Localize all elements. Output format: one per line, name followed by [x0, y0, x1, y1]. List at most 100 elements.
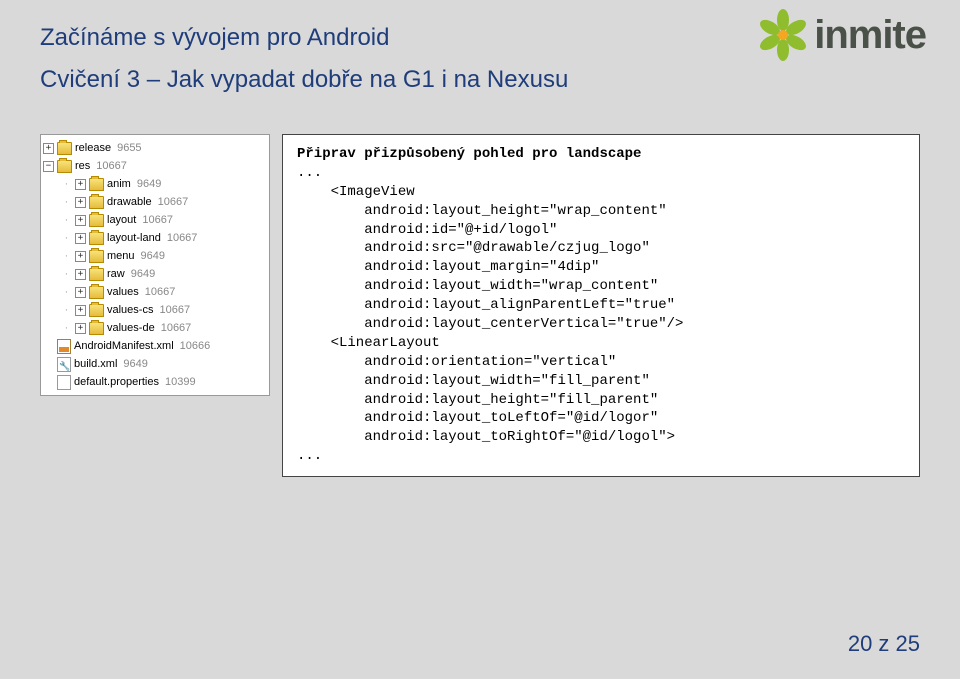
code-panel: Připrav přizpůsobený pohled pro landscap…: [282, 134, 920, 477]
tree-row[interactable]: ·+ values 10667: [43, 283, 267, 301]
code-line: ...: [297, 165, 322, 181]
tree-item-label: values: [107, 283, 139, 301]
folder-icon: [89, 196, 104, 209]
tree-item-revision: 10667: [158, 193, 189, 211]
tree-item-revision: 9649: [137, 175, 161, 193]
page-subtitle: Cvičení 3 – Jak vypadat dobře na G1 i na…: [40, 66, 920, 94]
file-icon: [57, 375, 71, 390]
code-line: android:layout_toRightOf="@id/logol">: [297, 429, 675, 445]
tree-item-label: raw: [107, 265, 125, 283]
tree-item-label: default.properties: [74, 373, 159, 391]
tree-row[interactable]: ·+ values-de 10667: [43, 319, 267, 337]
code-line: android:layout_width="fill_parent": [297, 373, 650, 389]
folder-icon: [89, 214, 104, 227]
code-line: android:layout_height="fill_parent": [297, 392, 658, 408]
flower-icon: [756, 8, 810, 62]
collapse-icon[interactable]: −: [43, 161, 54, 172]
folder-icon: [89, 178, 104, 191]
tree-connector: ·: [61, 301, 72, 319]
tree-item-label: release: [75, 139, 111, 157]
tree-row[interactable]: . default.properties 10399: [43, 373, 267, 391]
page-number: 20 z 25: [848, 631, 920, 657]
tree-connector: ·: [61, 175, 72, 193]
folder-icon: [89, 304, 104, 317]
tree-item-revision: 10667: [161, 319, 192, 337]
tree-connector: ·: [61, 247, 72, 265]
tree-row[interactable]: ·+ drawable 10667: [43, 193, 267, 211]
expand-icon[interactable]: +: [75, 233, 86, 244]
expand-icon[interactable]: +: [75, 323, 86, 334]
tree-item-revision: 9649: [123, 355, 147, 373]
code-line: android:layout_toLeftOf="@id/logor": [297, 410, 658, 426]
tree-item-label: build.xml: [74, 355, 117, 373]
tree-item-revision: 10667: [167, 229, 198, 247]
tree-item-label: drawable: [107, 193, 152, 211]
tree-item-label: layout-land: [107, 229, 161, 247]
tree-connector: ·: [61, 283, 72, 301]
tree-item-revision: 10667: [159, 301, 190, 319]
blank-expander: .: [43, 377, 54, 388]
expand-icon[interactable]: +: [75, 287, 86, 298]
blank-expander: .: [43, 341, 54, 352]
brand-name: inmite: [814, 13, 926, 58]
tree-row[interactable]: . build.xml 9649: [43, 355, 267, 373]
build-file-icon: [57, 357, 71, 372]
tree-row[interactable]: ·+raw9649: [43, 265, 267, 283]
expand-icon[interactable]: +: [43, 143, 54, 154]
brand-logo: inmite: [756, 8, 926, 62]
expand-icon[interactable]: +: [75, 179, 86, 190]
tree-row[interactable]: ·+ anim 9649: [43, 175, 267, 193]
tree-item-label: layout: [107, 211, 136, 229]
tree-row[interactable]: ·+layout10667: [43, 211, 267, 229]
expand-icon[interactable]: +: [75, 269, 86, 280]
tree-item-label: anim: [107, 175, 131, 193]
code-line: android:layout_width="wrap_content": [297, 278, 658, 294]
code-line: android:orientation="vertical": [297, 354, 616, 370]
tree-item-label: values-cs: [107, 301, 153, 319]
tree-item-revision: 10399: [165, 373, 196, 391]
code-line: android:layout_centerVertical="true"/>: [297, 316, 683, 332]
tree-row[interactable]: ·+ layout-land 10667: [43, 229, 267, 247]
tree-connector: ·: [61, 229, 72, 247]
folder-icon: [89, 286, 104, 299]
folder-icon: [57, 160, 72, 173]
tree-row[interactable]: . AndroidManifest.xml 10666: [43, 337, 267, 355]
tree-item-revision: 9649: [141, 247, 165, 265]
code-line: android:id="@+id/logol": [297, 222, 557, 238]
tree-item-label: AndroidManifest.xml: [74, 337, 174, 355]
tree-row[interactable]: ·+menu9649: [43, 247, 267, 265]
tree-item-revision: 9649: [131, 265, 155, 283]
blank-expander: .: [43, 359, 54, 370]
folder-icon: [89, 322, 104, 335]
expand-icon[interactable]: +: [75, 215, 86, 226]
tree-item-label: res: [75, 157, 90, 175]
tree-row[interactable]: ·+ values-cs 10667: [43, 301, 267, 319]
tree-item-label: values-de: [107, 319, 155, 337]
code-line: android:layout_margin="4dip": [297, 259, 599, 275]
code-line: ...: [297, 448, 322, 464]
code-line: <LinearLayout: [297, 335, 440, 351]
expand-icon[interactable]: +: [75, 251, 86, 262]
code-line: android:layout_height="wrap_content": [297, 203, 667, 219]
tree-item-revision: 10667: [96, 157, 127, 175]
tree-connector: ·: [61, 193, 72, 211]
folder-icon: [57, 142, 72, 155]
code-line: android:src="@drawable/czjug_logo": [297, 240, 650, 256]
folder-icon: [89, 268, 104, 281]
tree-item-revision: 9655: [117, 139, 141, 157]
code-line: android:layout_alignParentLeft="true": [297, 297, 675, 313]
tree-connector: ·: [61, 319, 72, 337]
code-line: <ImageView: [297, 184, 415, 200]
folder-icon: [89, 232, 104, 245]
expand-icon[interactable]: +: [75, 305, 86, 316]
code-title: Připrav přizpůsobený pohled pro landscap…: [297, 146, 641, 162]
tree-row[interactable]: + release 9655: [43, 139, 267, 157]
tree-item-revision: 10667: [145, 283, 176, 301]
tree-item-revision: 10667: [142, 211, 173, 229]
expand-icon[interactable]: +: [75, 197, 86, 208]
tree-row[interactable]: − res 10667: [43, 157, 267, 175]
content-area: +release9655−res10667·+anim9649·+drawabl…: [0, 104, 960, 477]
tree-item-revision: 10666: [180, 337, 211, 355]
xml-file-icon: [57, 339, 71, 354]
folder-icon: [89, 250, 104, 263]
